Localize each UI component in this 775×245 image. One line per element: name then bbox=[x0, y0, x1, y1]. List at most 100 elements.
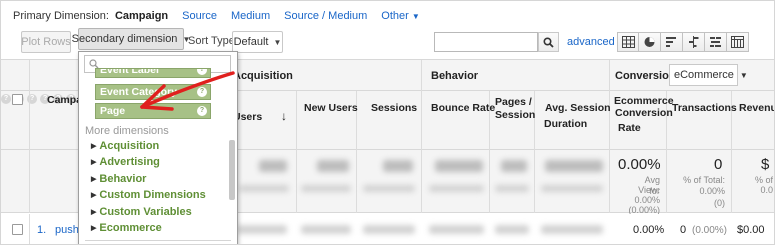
category-custom-variables[interactable]: ▶ Custom Variables bbox=[91, 206, 192, 218]
divider bbox=[356, 150, 357, 213]
blurred-value bbox=[495, 225, 529, 234]
chevron-down-icon: ▼ bbox=[411, 12, 420, 21]
primary-dimension-bar: Primary Dimension: Campaign Source Mediu… bbox=[13, 9, 434, 23]
col-transactions[interactable]: Transactions bbox=[672, 102, 737, 115]
col-avg-session-line1[interactable]: Avg. Session bbox=[545, 102, 611, 115]
conversions-select[interactable]: eCommerce ▼ bbox=[669, 64, 748, 86]
row-transactions: 0 bbox=[680, 224, 687, 236]
plot-rows-button[interactable]: Plot Rows bbox=[21, 31, 71, 53]
divider bbox=[609, 91, 610, 150]
col-pages-session-line2[interactable]: Session bbox=[495, 109, 535, 122]
total-revenue-sub2: 0.0 bbox=[760, 185, 773, 195]
category-label: Acquisition bbox=[99, 140, 160, 152]
dimension-item-label: Event Category bbox=[100, 86, 178, 98]
row-campaign-link[interactable]: push bbox=[55, 224, 79, 236]
primary-dimension-campaign: Campaign bbox=[114, 10, 169, 22]
sort-type-select[interactable]: Default ▼ bbox=[232, 31, 283, 53]
secondary-dimension-button[interactable]: Secondary dimension ▼ bbox=[72, 28, 190, 50]
view-comparison-button[interactable] bbox=[683, 32, 705, 52]
divider bbox=[29, 91, 30, 150]
sort-type-label: Sort Type: bbox=[188, 35, 238, 47]
help-icon[interactable]: ? bbox=[1, 94, 11, 104]
dimension-item-page[interactable]: Page ? bbox=[95, 103, 211, 119]
view-percentage-button[interactable] bbox=[639, 32, 661, 52]
blurred-value bbox=[545, 160, 603, 172]
total-revenue: $ bbox=[761, 156, 770, 173]
divider bbox=[731, 91, 732, 150]
pivot-icon bbox=[731, 36, 744, 48]
secondary-dimension-dropdown: Event Label ? Event Category ? Page ? Mo… bbox=[78, 51, 238, 244]
total-transactions-sub2: (0) bbox=[714, 198, 725, 208]
primary-dimension-medium[interactable]: Medium bbox=[231, 10, 270, 22]
category-acquisition[interactable]: ▶ Acquisition bbox=[91, 140, 159, 152]
col-revenue[interactable]: Revenue bbox=[739, 102, 774, 115]
col-ecommerce-line3[interactable]: Rate bbox=[618, 122, 641, 135]
col-bounce-rate[interactable]: Bounce Rate bbox=[431, 102, 495, 115]
divider bbox=[609, 150, 610, 213]
view-performance-button[interactable] bbox=[661, 32, 683, 52]
search-button[interactable] bbox=[538, 32, 559, 52]
row-transactions-pct: (0.00%) bbox=[692, 225, 728, 236]
col-new-users[interactable]: New Users bbox=[304, 102, 358, 115]
table-search-input[interactable] bbox=[434, 32, 538, 52]
col-avg-session-line2[interactable]: Duration bbox=[544, 118, 587, 131]
group-acquisition: Acquisition bbox=[233, 70, 293, 82]
comparison-icon bbox=[689, 36, 699, 48]
caret-right-icon: ▶ bbox=[91, 143, 97, 150]
help-icon: ? bbox=[197, 69, 207, 75]
divider bbox=[731, 150, 732, 213]
view-pivot-button[interactable] bbox=[727, 32, 749, 52]
primary-dimension-other[interactable]: Other ▼ bbox=[381, 10, 419, 22]
category-custom-dimensions[interactable]: ▶ Custom Dimensions bbox=[91, 189, 206, 201]
blurred-value bbox=[363, 225, 415, 234]
blurred-value bbox=[541, 225, 603, 234]
divider bbox=[489, 91, 490, 150]
caret-right-icon: ▶ bbox=[91, 209, 97, 216]
blurred-value bbox=[435, 160, 483, 172]
row-checkbox[interactable] bbox=[12, 224, 23, 235]
select-all-checkbox[interactable] bbox=[12, 94, 23, 105]
divider bbox=[421, 91, 422, 150]
secondary-dimension-label: Secondary dimension bbox=[71, 33, 178, 45]
analytics-report: Primary Dimension: Campaign Source Mediu… bbox=[0, 0, 775, 245]
col-sessions[interactable]: Sessions bbox=[371, 102, 417, 115]
row-revenue: $0.00 bbox=[737, 224, 765, 236]
chevron-down-icon: ▼ bbox=[273, 37, 282, 47]
blurred-value bbox=[317, 160, 349, 172]
category-advertising[interactable]: ▶ Advertising bbox=[91, 156, 160, 168]
more-dimensions-heading: More dimensions bbox=[85, 125, 169, 137]
view-switcher bbox=[617, 32, 749, 52]
blurred-value bbox=[237, 225, 287, 234]
category-ecommerce[interactable]: ▶ Ecommerce bbox=[91, 222, 162, 234]
divider bbox=[29, 214, 30, 244]
dimension-item-label: Event Label bbox=[100, 68, 159, 76]
caret-right-icon: ▶ bbox=[91, 176, 97, 183]
category-label: Behavior bbox=[99, 173, 147, 185]
category-label: Ecommerce bbox=[99, 222, 162, 234]
help-icon: ? bbox=[197, 106, 207, 116]
blurred-value bbox=[363, 185, 415, 192]
divider bbox=[85, 240, 231, 241]
caret-right-icon: ▶ bbox=[91, 225, 97, 232]
divider bbox=[609, 60, 610, 92]
dropdown-scrollbar[interactable] bbox=[229, 140, 235, 200]
divider bbox=[489, 150, 490, 213]
dimension-item-event-label[interactable]: Event Label ? bbox=[95, 68, 211, 78]
primary-dimension-source-medium[interactable]: Source / Medium bbox=[284, 10, 367, 22]
divider bbox=[296, 150, 297, 213]
category-behavior[interactable]: ▶ Behavior bbox=[91, 173, 146, 185]
sort-descending-icon[interactable]: ↓ bbox=[281, 110, 287, 123]
category-label: Advertising bbox=[99, 156, 160, 168]
sort-type-value: Default bbox=[233, 36, 269, 48]
col-pages-session-line1[interactable]: Pages / bbox=[495, 96, 532, 109]
blurred-value bbox=[239, 185, 289, 192]
view-term-cloud-button[interactable] bbox=[705, 32, 727, 52]
category-label: Custom Variables bbox=[99, 206, 192, 218]
caret-right-icon: ▶ bbox=[91, 159, 97, 166]
primary-dimension-source[interactable]: Source bbox=[182, 10, 217, 22]
dimension-item-event-category[interactable]: Event Category ? bbox=[95, 84, 211, 100]
advanced-filter-link[interactable]: advanced bbox=[567, 36, 615, 48]
category-label: Custom Dimensions bbox=[99, 189, 206, 201]
view-data-table-button[interactable] bbox=[617, 32, 639, 52]
col-ecommerce-line2[interactable]: Conversion bbox=[615, 107, 673, 120]
